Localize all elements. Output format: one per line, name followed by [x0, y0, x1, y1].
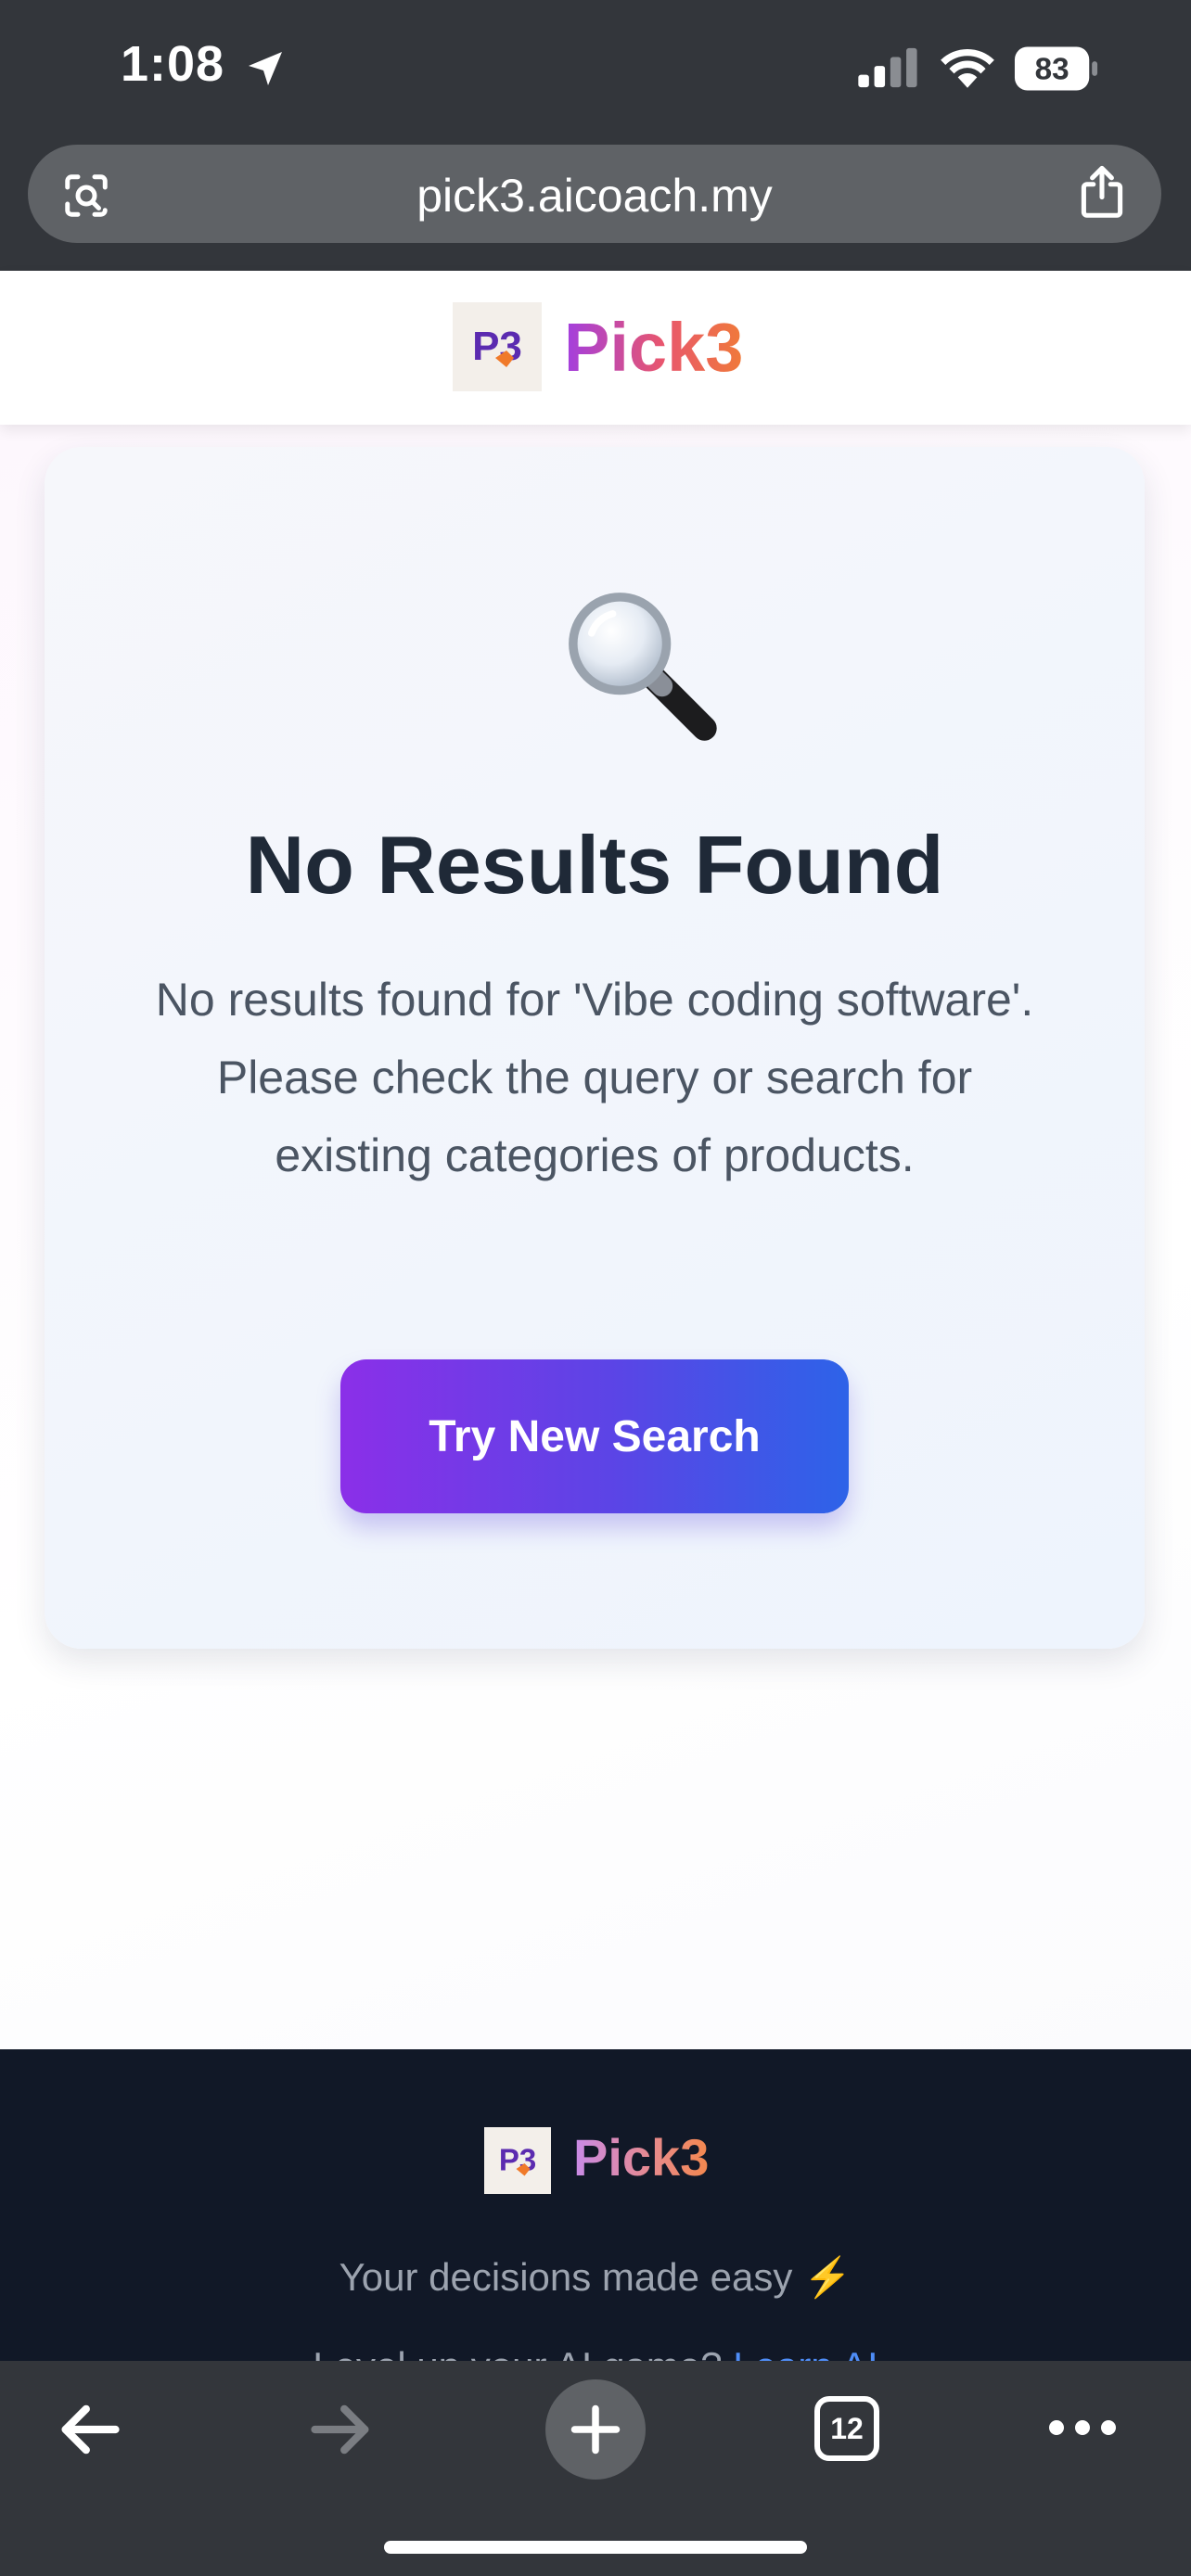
no-results-title: No Results Found [245, 819, 944, 911]
pick3-logo[interactable]: P3 [453, 302, 542, 391]
footer-logo[interactable]: P3 [484, 2127, 551, 2194]
wifi-icon [941, 48, 994, 88]
tabs-icon[interactable]: 12 [814, 2396, 879, 2461]
status-time: 1:08 [121, 36, 225, 92]
footer-tagline: Your decisions made easy ⚡ [0, 2255, 1191, 2301]
magnifying-glass-icon [569, 593, 717, 741]
address-bar[interactable]: pick3.aicoach.my [28, 145, 1161, 243]
logo-text: P3 [472, 324, 522, 369]
url-text[interactable]: pick3.aicoach.my [28, 169, 1161, 223]
site-header: P3 Pick3 [0, 271, 1191, 425]
battery-level: 83 [1035, 53, 1069, 87]
no-results-card: No Results Found No results found for 'V… [45, 447, 1145, 1649]
new-tab-plus-icon [570, 2404, 621, 2455]
site-footer: P3 Pick3 Your decisions made easy ⚡ Leve… [0, 2049, 1191, 2388]
try-new-search-button[interactable]: Try New Search [340, 1359, 849, 1513]
back-arrow-icon[interactable] [54, 2394, 124, 2465]
cellular-signal-icon [858, 47, 917, 88]
forward-arrow-icon[interactable] [306, 2394, 377, 2465]
new-tab-button[interactable] [545, 2379, 646, 2480]
home-indicator[interactable] [384, 2541, 807, 2554]
brand-name[interactable]: Pick3 [564, 308, 743, 387]
location-arrow-icon [249, 52, 282, 85]
lightning-icon: ⚡ [803, 2255, 852, 2299]
share-icon[interactable] [1076, 165, 1128, 221]
footer-brand-name[interactable]: Pick3 [573, 2127, 709, 2187]
battery-icon: 83 [1014, 46, 1098, 91]
footer-tagline-text: Your decisions made easy [339, 2255, 793, 2299]
more-icon[interactable] [1044, 2409, 1121, 2446]
browser-address-area: pick3.aicoach.my [0, 137, 1191, 271]
no-results-message: No results found for 'Vibe coding softwa… [155, 974, 1034, 1181]
status-bar: 1:08 83 [0, 0, 1191, 137]
footer-logo-text: P3 [499, 2143, 536, 2177]
